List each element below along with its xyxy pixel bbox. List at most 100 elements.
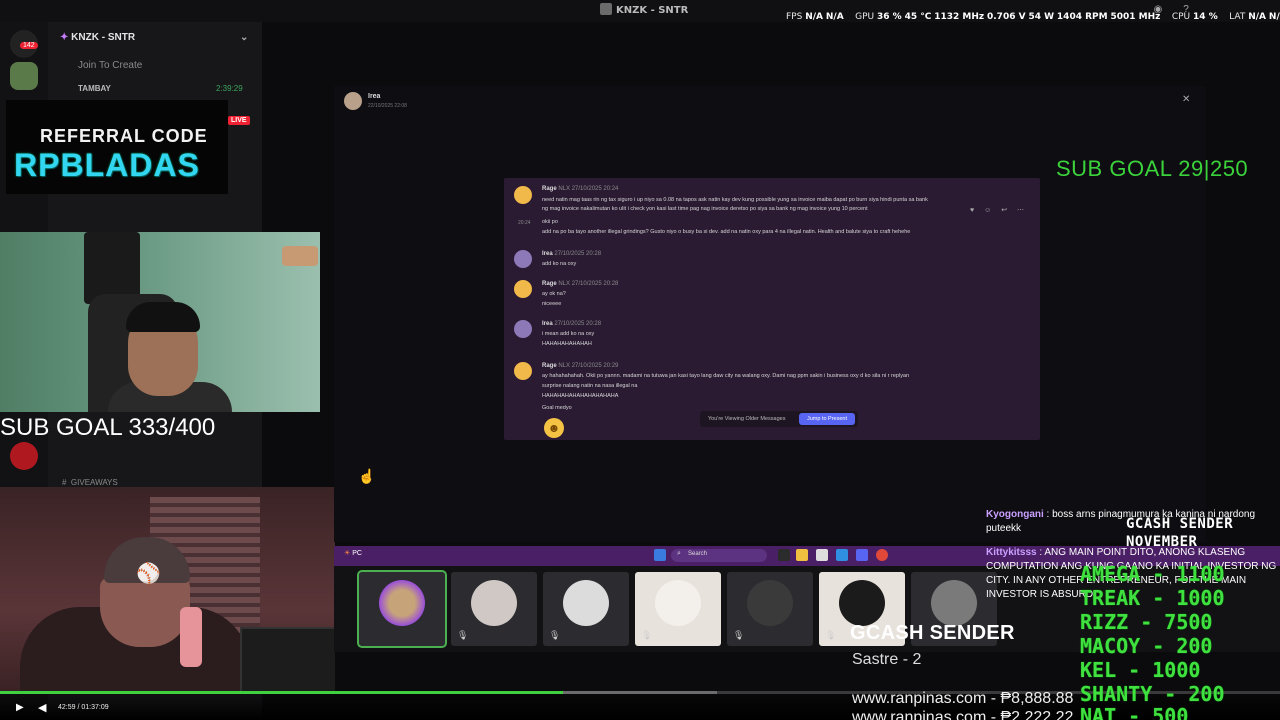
server-icon[interactable] xyxy=(10,62,38,90)
author-tag: NLX xyxy=(558,186,571,192)
window-title-text: KNZK - SNTR xyxy=(616,5,689,16)
gcash-sender-label: GCASH SENDER xyxy=(850,622,1015,644)
volume-icon[interactable]: ◀ xyxy=(38,701,46,714)
channel-giveaways[interactable]: # GIVEAWAYS xyxy=(62,478,118,487)
fps-value: N/A xyxy=(805,12,823,22)
donor-entry: NAT - 500 xyxy=(1080,704,1189,720)
gpu-rpm: 1404 RPM xyxy=(1056,12,1108,22)
participant-tile[interactable]: 🎙 xyxy=(727,572,813,646)
message-text: HAHAHAHAHAHAH xyxy=(542,341,592,347)
message-text: i mean add ko na oxy xyxy=(542,331,595,337)
app-logo-icon xyxy=(600,3,612,15)
participant-avatar xyxy=(563,580,609,626)
message-text: okii po xyxy=(542,219,558,225)
gpu-label: GPU xyxy=(855,12,875,22)
message-time: 27/10/2025 20:28 xyxy=(554,251,602,257)
dm-header-sub: 22/10/2025 22:08 xyxy=(368,103,407,109)
edge-icon[interactable] xyxy=(836,549,848,561)
notification-badge: 142 xyxy=(20,42,38,49)
mic-muted-icon: 🎙 xyxy=(733,630,745,640)
chrome-icon[interactable] xyxy=(876,549,888,561)
message-author: Rage NLX 27/10/2025 20:28 xyxy=(542,281,618,287)
store-icon[interactable] xyxy=(816,549,828,561)
participant-tile[interactable] xyxy=(357,570,447,648)
wall-lamp xyxy=(282,246,318,266)
server-icon-red[interactable] xyxy=(10,442,38,470)
gpu-power: 54 W xyxy=(1028,12,1055,22)
voice-channel-tambay[interactable]: TAMBAY xyxy=(78,84,111,93)
avatar[interactable] xyxy=(514,186,532,204)
person-hair xyxy=(126,302,200,332)
message-text: Goal medyo xyxy=(542,405,572,411)
jump-to-present-button[interactable]: Jump to Present xyxy=(799,413,855,425)
windows-start-icon[interactable] xyxy=(654,549,666,561)
donor-entry: TREAK - 1000 xyxy=(1080,586,1225,610)
avatar[interactable] xyxy=(514,280,532,298)
avatar[interactable] xyxy=(514,362,532,380)
search-icon: ⌕ xyxy=(677,550,681,557)
participant-tile[interactable]: 🎙 xyxy=(635,572,721,646)
lat-label: LAT xyxy=(1229,12,1246,22)
message-text: ay ok na? xyxy=(542,291,566,297)
play-button[interactable]: ▶ xyxy=(16,702,24,713)
older-messages-text: You're Viewing Older Messages xyxy=(708,416,786,422)
file-explorer-icon[interactable] xyxy=(796,549,808,561)
close-icon[interactable]: ✕ xyxy=(1182,94,1190,105)
participant-tile[interactable]: 🎙 xyxy=(543,572,629,646)
server-name[interactable]: ✦ KNZK - SNTR ⌄ xyxy=(60,32,248,43)
mic-muted-icon: 🎙 xyxy=(457,630,469,640)
mic-muted-icon: 🎙 xyxy=(549,630,561,640)
task-view-icon[interactable] xyxy=(778,549,790,561)
help-icon[interactable]: ? xyxy=(1180,4,1192,16)
message-actions[interactable]: ♥ ☺ ↩ ⋯ xyxy=(970,206,1028,214)
message-time: 27/10/2025 20:24 xyxy=(571,186,619,192)
message-text: add ko na oxy xyxy=(542,261,577,267)
mouse-cursor-icon: ☝ xyxy=(358,468,376,484)
author-name: Rage xyxy=(542,363,557,369)
chevron-down-icon[interactable]: ⌄ xyxy=(240,32,248,43)
donor-entry: SHANTY - 200 xyxy=(1080,682,1225,706)
donor-entry: RIZZ - 7500 xyxy=(1080,610,1213,634)
dm-avatar[interactable] xyxy=(344,92,362,110)
dm-header-name: Irea xyxy=(368,93,381,100)
message-author: Irea 27/10/2025 20:28 xyxy=(542,321,601,327)
pc-label: PC xyxy=(352,550,362,557)
participant-avatar xyxy=(655,580,701,626)
sponsor-line: www.ranpinas.com - ₱2,222.22 xyxy=(852,709,1074,720)
message-time: 27/10/2025 20:29 xyxy=(571,363,619,369)
channel-giveaways-label: GIVEAWAYS xyxy=(70,478,118,487)
avatar[interactable] xyxy=(514,320,532,338)
participant-avatar xyxy=(931,580,977,626)
message-text: need natin mag taas rin ng tax siguro i … xyxy=(542,197,928,203)
avatar[interactable] xyxy=(514,250,532,268)
gcash-month: NOVEMBER xyxy=(1126,534,1198,550)
cpu-usage: 14 % xyxy=(1193,12,1218,22)
message-author: Rage NLX 27/10/2025 20:24 xyxy=(542,186,618,192)
donor-entry: AMEGA - 1100 xyxy=(1080,562,1225,586)
author-name: Rage xyxy=(542,186,557,192)
window-title: KNZK - SNTR xyxy=(600,3,688,16)
referral-code: RPBLADAS xyxy=(14,147,200,183)
discord-taskbar-icon[interactable] xyxy=(856,549,868,561)
server-name-text: KNZK - SNTR xyxy=(71,32,136,43)
author-tag: NLX xyxy=(558,281,571,287)
search-placeholder: Search xyxy=(688,551,708,557)
channel-join-to-create[interactable]: Join To Create xyxy=(78,60,142,71)
player-time: 42:59 / 01:37:09 xyxy=(58,704,109,711)
participant-tile[interactable]: 🎙 xyxy=(451,572,537,646)
message-text: add na po ba tayo another illegal grindi… xyxy=(542,229,911,235)
gpu-usage: 36 % xyxy=(877,12,902,22)
gpu-clock: 1132 MHz xyxy=(934,12,985,22)
pink-bottle xyxy=(180,607,202,667)
message-text: surprise nalang natin na nasa illegal na xyxy=(542,383,638,389)
taskbar-pc-label: ☀ PC xyxy=(344,549,362,557)
sponsor-line: www.ranpinas.com - ₱8,888.88 xyxy=(852,690,1074,707)
participant-avatar xyxy=(471,580,517,626)
author-name: Irea xyxy=(542,251,553,257)
person-face xyxy=(100,577,190,647)
grin-emoji-icon: ☻ xyxy=(544,418,564,438)
discord-icon[interactable]: ◉ xyxy=(1152,4,1164,16)
weather-icon: ☀ xyxy=(344,550,351,557)
lat-value-2: N/A xyxy=(1268,12,1280,22)
taskbar-search[interactable] xyxy=(671,549,767,562)
